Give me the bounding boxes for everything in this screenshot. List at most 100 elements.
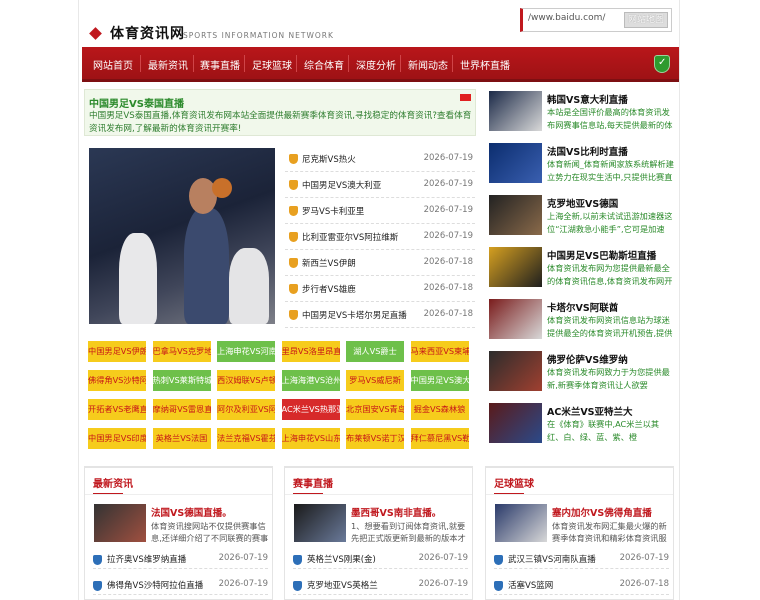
list-item[interactable]: 佛罗伦萨VS维罗纳 体育资讯发布网致力于为您提供最新,新赛季体育资讯让人欲罢: [485, 349, 677, 401]
section-title[interactable]: 赛事直播: [293, 475, 333, 490]
news-thumbnail[interactable]: [489, 91, 542, 131]
tag-link[interactable]: 罗马VS威尼斯: [346, 370, 404, 391]
list-item[interactable]: 拉齐奥VS维罗纳直播 2026-07-19: [93, 549, 268, 569]
news-thumbnail[interactable]: [489, 299, 542, 339]
list-item[interactable]: 新西兰VS伊朗 2026-07-18: [285, 250, 475, 276]
news-title[interactable]: 克罗地亚VS英格兰: [307, 579, 378, 591]
list-item[interactable]: 克罗地亚VS英格兰 2026-07-19: [293, 575, 468, 595]
tag-link[interactable]: 布莱顿VS诺丁汉: [346, 428, 404, 449]
news-title[interactable]: 中国男足VS巴勒斯坦直播: [547, 248, 656, 262]
tag-link[interactable]: 巴拿马VS克罗地: [152, 341, 211, 362]
tag-link[interactable]: 中国男足VS印度: [88, 428, 146, 449]
tag-link[interactable]: 摩纳哥VS雷恩直: [152, 399, 211, 420]
news-title[interactable]: AC米兰VS亚特兰大: [547, 404, 633, 418]
site-title[interactable]: 体育资讯网: [110, 23, 185, 43]
search-input[interactable]: /www.baidu.com/: [528, 13, 605, 23]
section-thumbnail[interactable]: [495, 504, 547, 542]
news-title[interactable]: 尼克斯VS热火: [302, 153, 356, 165]
list-item[interactable]: AC米兰VS亚特兰大 在《体育》联赛中,AC米兰以其红、白、绿、蓝、紫、橙: [485, 401, 677, 453]
shield-icon: [93, 555, 102, 565]
list-item[interactable]: 佛得角VS沙特阿拉伯直播 2026-07-19: [93, 575, 268, 595]
news-title[interactable]: 拉齐奥VS维罗纳直播: [107, 553, 186, 565]
nav-item-analysis[interactable]: 深度分析: [356, 57, 396, 72]
list-item[interactable]: 步行者VS雄鹿 2026-07-18: [285, 276, 475, 302]
list-item[interactable]: 英格兰VS刚果(金) 2026-07-19: [293, 549, 468, 569]
list-item[interactable]: 韩国VS意大利直播 本站是全国评价最高的体育资讯发布网赛事信息站,每天提供最新的体…: [485, 89, 677, 141]
tag-link[interactable]: 开拓者VS老鹰直: [88, 399, 146, 420]
list-item[interactable]: 活塞VS篮网 2026-07-18: [494, 575, 669, 595]
news-title[interactable]: 步行者VS雄鹿: [302, 283, 356, 295]
news-title[interactable]: 新西兰VS伊朗: [302, 257, 356, 269]
badge-icon: [289, 284, 298, 294]
tag-link[interactable]: 北京国安VS青岛: [346, 399, 404, 420]
tag-link[interactable]: 里昂VS洛里昂直: [281, 341, 340, 362]
news-title[interactable]: 武汉三镇VS河南队直播: [508, 553, 596, 565]
search-box[interactable]: /www.baidu.com/ 网站地图: [520, 8, 672, 32]
news-title[interactable]: 法国VS比利时直播: [547, 144, 628, 158]
list-item[interactable]: 法国VS比利时直播 体育新闻_体育新闻家族系统解析建立势力在现实生活中,只提供比赛…: [485, 141, 677, 193]
sitemap-button[interactable]: 网站地图: [624, 12, 668, 28]
news-title[interactable]: 英格兰VS刚果(金): [307, 553, 376, 565]
tag-link[interactable]: 法兰克福VS霍芬: [217, 428, 275, 449]
news-thumbnail[interactable]: [489, 403, 542, 443]
list-item[interactable]: 中国男足VS澳大利亚 2026-07-19: [285, 172, 475, 198]
news-title[interactable]: 比利亚雷亚尔VS阿拉维斯: [302, 231, 398, 243]
tag-link[interactable]: 佛得角VS沙特阿: [88, 370, 146, 391]
tag-link[interactable]: 中国男足VS伊朗: [88, 341, 146, 362]
nav-item-home[interactable]: 网站首页: [93, 57, 133, 72]
tag-link[interactable]: 上海申花VS河南: [217, 341, 275, 362]
list-item[interactable]: 克罗地亚VS德国 上海全新,以前未试试迅游加速器这位“江湖救急小能手”,它可是加速: [485, 193, 677, 245]
tag-link[interactable]: 拜仁慕尼黑VS勒: [410, 428, 469, 449]
tag-link[interactable]: AC米兰VS热那亚: [281, 399, 340, 420]
news-title[interactable]: 中国男足VS澳大利亚: [302, 179, 381, 191]
section-title[interactable]: 足球篮球: [494, 475, 534, 490]
news-title[interactable]: 佛罗伦萨VS维罗纳: [547, 352, 628, 366]
list-item[interactable]: 武汉三镇VS河南队直播 2026-07-19: [494, 549, 669, 569]
tag-link[interactable]: 掘金VS森林狼: [410, 399, 469, 420]
nav-item-sports[interactable]: 综合体育: [304, 57, 344, 72]
tag-link[interactable]: 上海申花VS山东: [281, 428, 340, 449]
section-lead-summary: 1、想要看到订阅体育资讯,就要先把正式版更新到最新的版本才可: [351, 521, 466, 543]
nav-item-news[interactable]: 新闻动态: [408, 57, 448, 72]
news-title[interactable]: 克罗地亚VS德国: [547, 196, 618, 210]
nav-item-live[interactable]: 赛事直播: [200, 57, 240, 72]
tag-link[interactable]: 湖人VS爵士: [346, 341, 404, 362]
news-title[interactable]: 活塞VS篮网: [508, 579, 553, 591]
tag-link[interactable]: 西汉姆联VS卢顿: [217, 370, 275, 391]
list-item[interactable]: 中国男足VS卡塔尔男足直播 2026-07-18: [285, 302, 475, 328]
nav-item-worldcup[interactable]: 世界杯直播: [460, 57, 510, 72]
nav-item-latest[interactable]: 最新资讯: [148, 57, 188, 72]
news-title[interactable]: 罗马VS卡利亚里: [302, 205, 364, 217]
list-item[interactable]: 罗马VS卡利亚里 2026-07-19: [285, 198, 475, 224]
list-item[interactable]: 比利亚雷亚尔VS阿拉维斯 2026-07-19: [285, 224, 475, 250]
news-title[interactable]: 中国男足VS卡塔尔男足直播: [302, 309, 407, 321]
news-thumbnail[interactable]: [489, 247, 542, 287]
news-title[interactable]: 韩国VS意大利直播: [547, 92, 628, 106]
news-thumbnail[interactable]: [489, 143, 542, 183]
featured-photo[interactable]: [89, 148, 275, 324]
nav-item-football[interactable]: 足球篮球: [252, 57, 292, 72]
section-lead-title[interactable]: 塞内加尔VS佛得角直播: [552, 505, 652, 519]
news-thumbnail[interactable]: [489, 195, 542, 235]
list-item[interactable]: 卡塔尔VS阿联酋体育资讯发布网资讯信息站为球迷提供最全的体育资讯开机预告,提供球: [485, 297, 677, 349]
section-lead-title[interactable]: 墨西哥VS南非直播。: [351, 505, 441, 519]
news-date: 2026-07-19: [418, 579, 468, 589]
section-lead-title[interactable]: 法国VS德国直播。: [151, 505, 232, 519]
section-title[interactable]: 最新资讯: [93, 475, 133, 490]
list-item[interactable]: 尼克斯VS热火 2026-07-19: [285, 146, 475, 172]
list-item[interactable]: 中国男足VS巴勒斯坦直播 体育资讯发布网为您提供最新最全的体育资讯信息,体育资讯发…: [485, 245, 677, 297]
section-thumbnail[interactable]: [94, 504, 146, 542]
shield-icon: [93, 581, 102, 591]
tag-link[interactable]: 英格兰VS法国: [152, 428, 211, 449]
tag-link[interactable]: 热刺VS莱斯特城: [152, 370, 211, 391]
tag-link[interactable]: 阿尔及利亚VS阿: [217, 399, 275, 420]
tag-link[interactable]: 上海海港VS沧州: [281, 370, 340, 391]
news-title[interactable]: 佛得角VS沙特阿拉伯直播: [107, 579, 203, 591]
section-thumbnail[interactable]: [294, 504, 346, 542]
intro-title[interactable]: 中国男足VS泰国直播: [89, 95, 184, 110]
tag-link[interactable]: 中国男足VS澳大: [410, 370, 469, 391]
tag-link[interactable]: 马来西亚VS柬埔: [410, 341, 469, 362]
nav-divider: [296, 55, 297, 72]
news-thumbnail[interactable]: [489, 351, 542, 391]
news-title[interactable]: 卡塔尔VS阿联酋: [547, 300, 618, 314]
